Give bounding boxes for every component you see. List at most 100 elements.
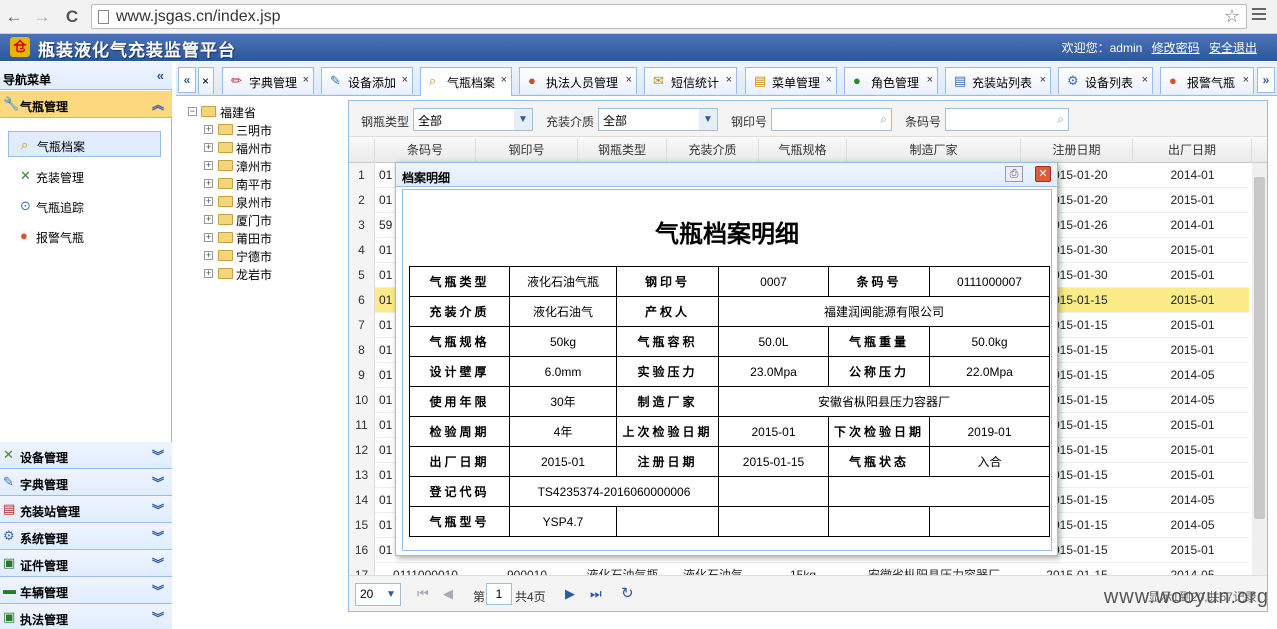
close-icon[interactable]: × [927, 74, 933, 86]
tab-role-manage[interactable]: ● 角色管理 × [844, 67, 938, 94]
close-icon[interactable]: × [1142, 74, 1148, 86]
close-icon[interactable]: × [826, 74, 832, 86]
row-number: 7 [349, 313, 375, 338]
expand-icon[interactable]: + [204, 215, 213, 224]
column-header[interactable]: 条码号 [375, 138, 476, 163]
bookmark-star-icon[interactable]: ☆ [1224, 6, 1240, 27]
close-icon[interactable]: × [303, 74, 309, 86]
tab-scroll-left-icon[interactable]: « [178, 67, 196, 93]
forward-button[interactable]: → [31, 7, 53, 27]
column-header[interactable]: 气瓶规格 [759, 138, 847, 163]
sidebar-item-tracking[interactable]: ⊙ 气瓶追踪 [8, 193, 161, 219]
reload-button[interactable]: C [61, 7, 83, 27]
tree-node-city[interactable]: + 龙岩市 [176, 266, 296, 284]
tree-node-city[interactable]: + 泉州市 [176, 194, 296, 212]
first-page-icon[interactable]: ⏮ [417, 586, 429, 602]
vertical-scrollbar[interactable] [1252, 163, 1267, 575]
chevron-down-icon: ▼ [514, 109, 532, 130]
tree-node-city[interactable]: + 莆田市 [176, 230, 296, 248]
tab-enforcement-staff[interactable]: ● 执法人员管理 × [519, 67, 637, 94]
search-icon[interactable]: ⌕ [880, 112, 887, 127]
collapse-sidebar-icon[interactable]: « [157, 68, 164, 83]
sidebar-item-cylinder-archive[interactable]: ⌕ 气瓶档案 [8, 131, 161, 157]
sidebar-group-cylinder[interactable]: 🔧 气瓶管理 ︽ [0, 91, 172, 118]
tab-menu-manage[interactable]: ▤ 菜单管理 × [745, 67, 837, 94]
sidebar-group-device[interactable]: ✕ 设备管理 ︾ [0, 442, 172, 469]
search-icon[interactable]: ⌕ [1057, 112, 1064, 127]
column-header[interactable]: 制造厂家 [847, 138, 1021, 163]
close-icon[interactable]: × [1040, 74, 1046, 86]
tab-close-extra[interactable]: × [198, 67, 214, 94]
tree-node-city[interactable]: + 南平市 [176, 176, 296, 194]
change-password-link[interactable]: 修改密码 [1152, 41, 1200, 55]
close-icon[interactable]: × [501, 74, 507, 86]
cylinder-type-select[interactable]: 全部 ▼ [413, 108, 533, 131]
sidebar-item-alarm[interactable]: ● 报警气瓶 [8, 223, 161, 249]
tree-node-city[interactable]: + 厦门市 [176, 212, 296, 230]
close-icon[interactable]: × [626, 74, 632, 86]
sidebar-group-certificate[interactable]: ▣ 证件管理 ︾ [0, 550, 172, 577]
tree-node-city[interactable]: + 三明市 [176, 122, 296, 140]
page-size-select[interactable]: 20 ▼ [355, 583, 401, 606]
back-button[interactable]: ← [3, 7, 25, 27]
tab-alarm-cylinder[interactable]: ● 报警气瓶 × [1160, 67, 1254, 94]
steel-seal-input[interactable]: ⌕ [771, 108, 892, 131]
tab-device-add[interactable]: ✎ 设备添加 × [321, 67, 413, 94]
detail-label: 气瓶型号 [409, 506, 510, 537]
collapse-icon[interactable]: − [188, 107, 197, 116]
sidebar-group-system[interactable]: ⚙ 系统管理 ︾ [0, 523, 172, 550]
close-icon[interactable]: ✕ [1035, 166, 1051, 182]
column-header[interactable]: 钢瓶类型 [578, 138, 667, 163]
print-icon[interactable]: ⎙ [1005, 166, 1023, 182]
prev-page-icon[interactable]: ◀ [443, 586, 453, 602]
close-icon[interactable]: × [1243, 74, 1249, 86]
tree-node-city[interactable]: + 福州市 [176, 140, 296, 158]
column-header[interactable]: 充装介质 [667, 138, 759, 163]
next-page-icon[interactable]: ▶ [565, 586, 575, 602]
select-value: 20 [360, 587, 374, 601]
last-page-icon[interactable]: ⏭ [590, 586, 602, 602]
expand-icon[interactable]: + [204, 251, 213, 260]
tab-label: 报警气瓶 [1187, 76, 1236, 90]
refresh-icon[interactable]: ↻ [621, 584, 634, 602]
expand-icon[interactable]: + [204, 197, 213, 206]
folder-icon [218, 178, 233, 189]
column-header[interactable]: 注册日期 [1021, 138, 1133, 163]
expand-icon[interactable]: + [204, 269, 213, 278]
close-icon[interactable]: × [402, 74, 408, 86]
tab-station-list[interactable]: ▤ 充装站列表 × [945, 67, 1051, 94]
expand-icon[interactable]: + [204, 143, 213, 152]
medium-select[interactable]: 全部 ▼ [598, 108, 718, 131]
sidebar-group-station[interactable]: ▤ 充装站管理 ︾ [0, 496, 172, 523]
column-header[interactable]: 出厂日期 [1133, 138, 1252, 163]
sidebar-group-enforcement[interactable]: ▣ 执法管理 ︾ [0, 604, 172, 629]
detail-label: 气瓶状态 [828, 446, 930, 477]
sidebar-group-vehicle[interactable]: ▬ 车辆管理 ︾ [0, 577, 172, 604]
expand-icon[interactable]: + [204, 161, 213, 170]
expand-icon[interactable]: + [204, 125, 213, 134]
tab-dictionary[interactable]: ✏ 字典管理 × [222, 67, 314, 94]
page-number-input[interactable]: 1 [486, 583, 512, 605]
logout-link[interactable]: 安全退出 [1209, 41, 1257, 55]
tree-node-root[interactable]: − 福建省 [176, 104, 296, 122]
scrollbar-thumb[interactable] [1254, 177, 1265, 519]
address-bar[interactable]: www.jsgas.cn/index.jsp ☆ [91, 4, 1247, 29]
barcode-input[interactable]: ⌕ [945, 108, 1069, 131]
tab-scroll-right-icon[interactable]: » [1257, 67, 1275, 93]
browser-menu-icon[interactable] [1252, 8, 1266, 23]
detail-value [616, 506, 719, 537]
tree-node-city[interactable]: + 漳州市 [176, 158, 296, 176]
expand-icon[interactable]: + [204, 233, 213, 242]
sidebar-item-label: 气瓶档案 [37, 140, 86, 154]
expand-icon[interactable]: + [204, 179, 213, 188]
tab-device-list[interactable]: ⚙ 设备列表 × [1058, 67, 1153, 94]
tab-sms-stats[interactable]: ✉ 短信统计 × [644, 67, 737, 94]
tab-cylinder-archive[interactable]: ⌕ 气瓶档案 × [420, 67, 512, 96]
tree-node-city[interactable]: + 宁德市 [176, 248, 296, 266]
sidebar-group-dictionary[interactable]: ✎ 字典管理 ︾ [0, 469, 172, 496]
table-row[interactable]: 17 0111000010 900010 液化石油气瓶 液化石油气 15kg 安徽省枞阳县压… [349, 563, 1249, 575]
sidebar-item-filling[interactable]: ✕ 充装管理 [8, 163, 161, 189]
detail-value: YSP4.7 [509, 506, 617, 537]
column-header[interactable]: 钢印号 [476, 138, 578, 163]
close-icon[interactable]: × [726, 74, 732, 86]
